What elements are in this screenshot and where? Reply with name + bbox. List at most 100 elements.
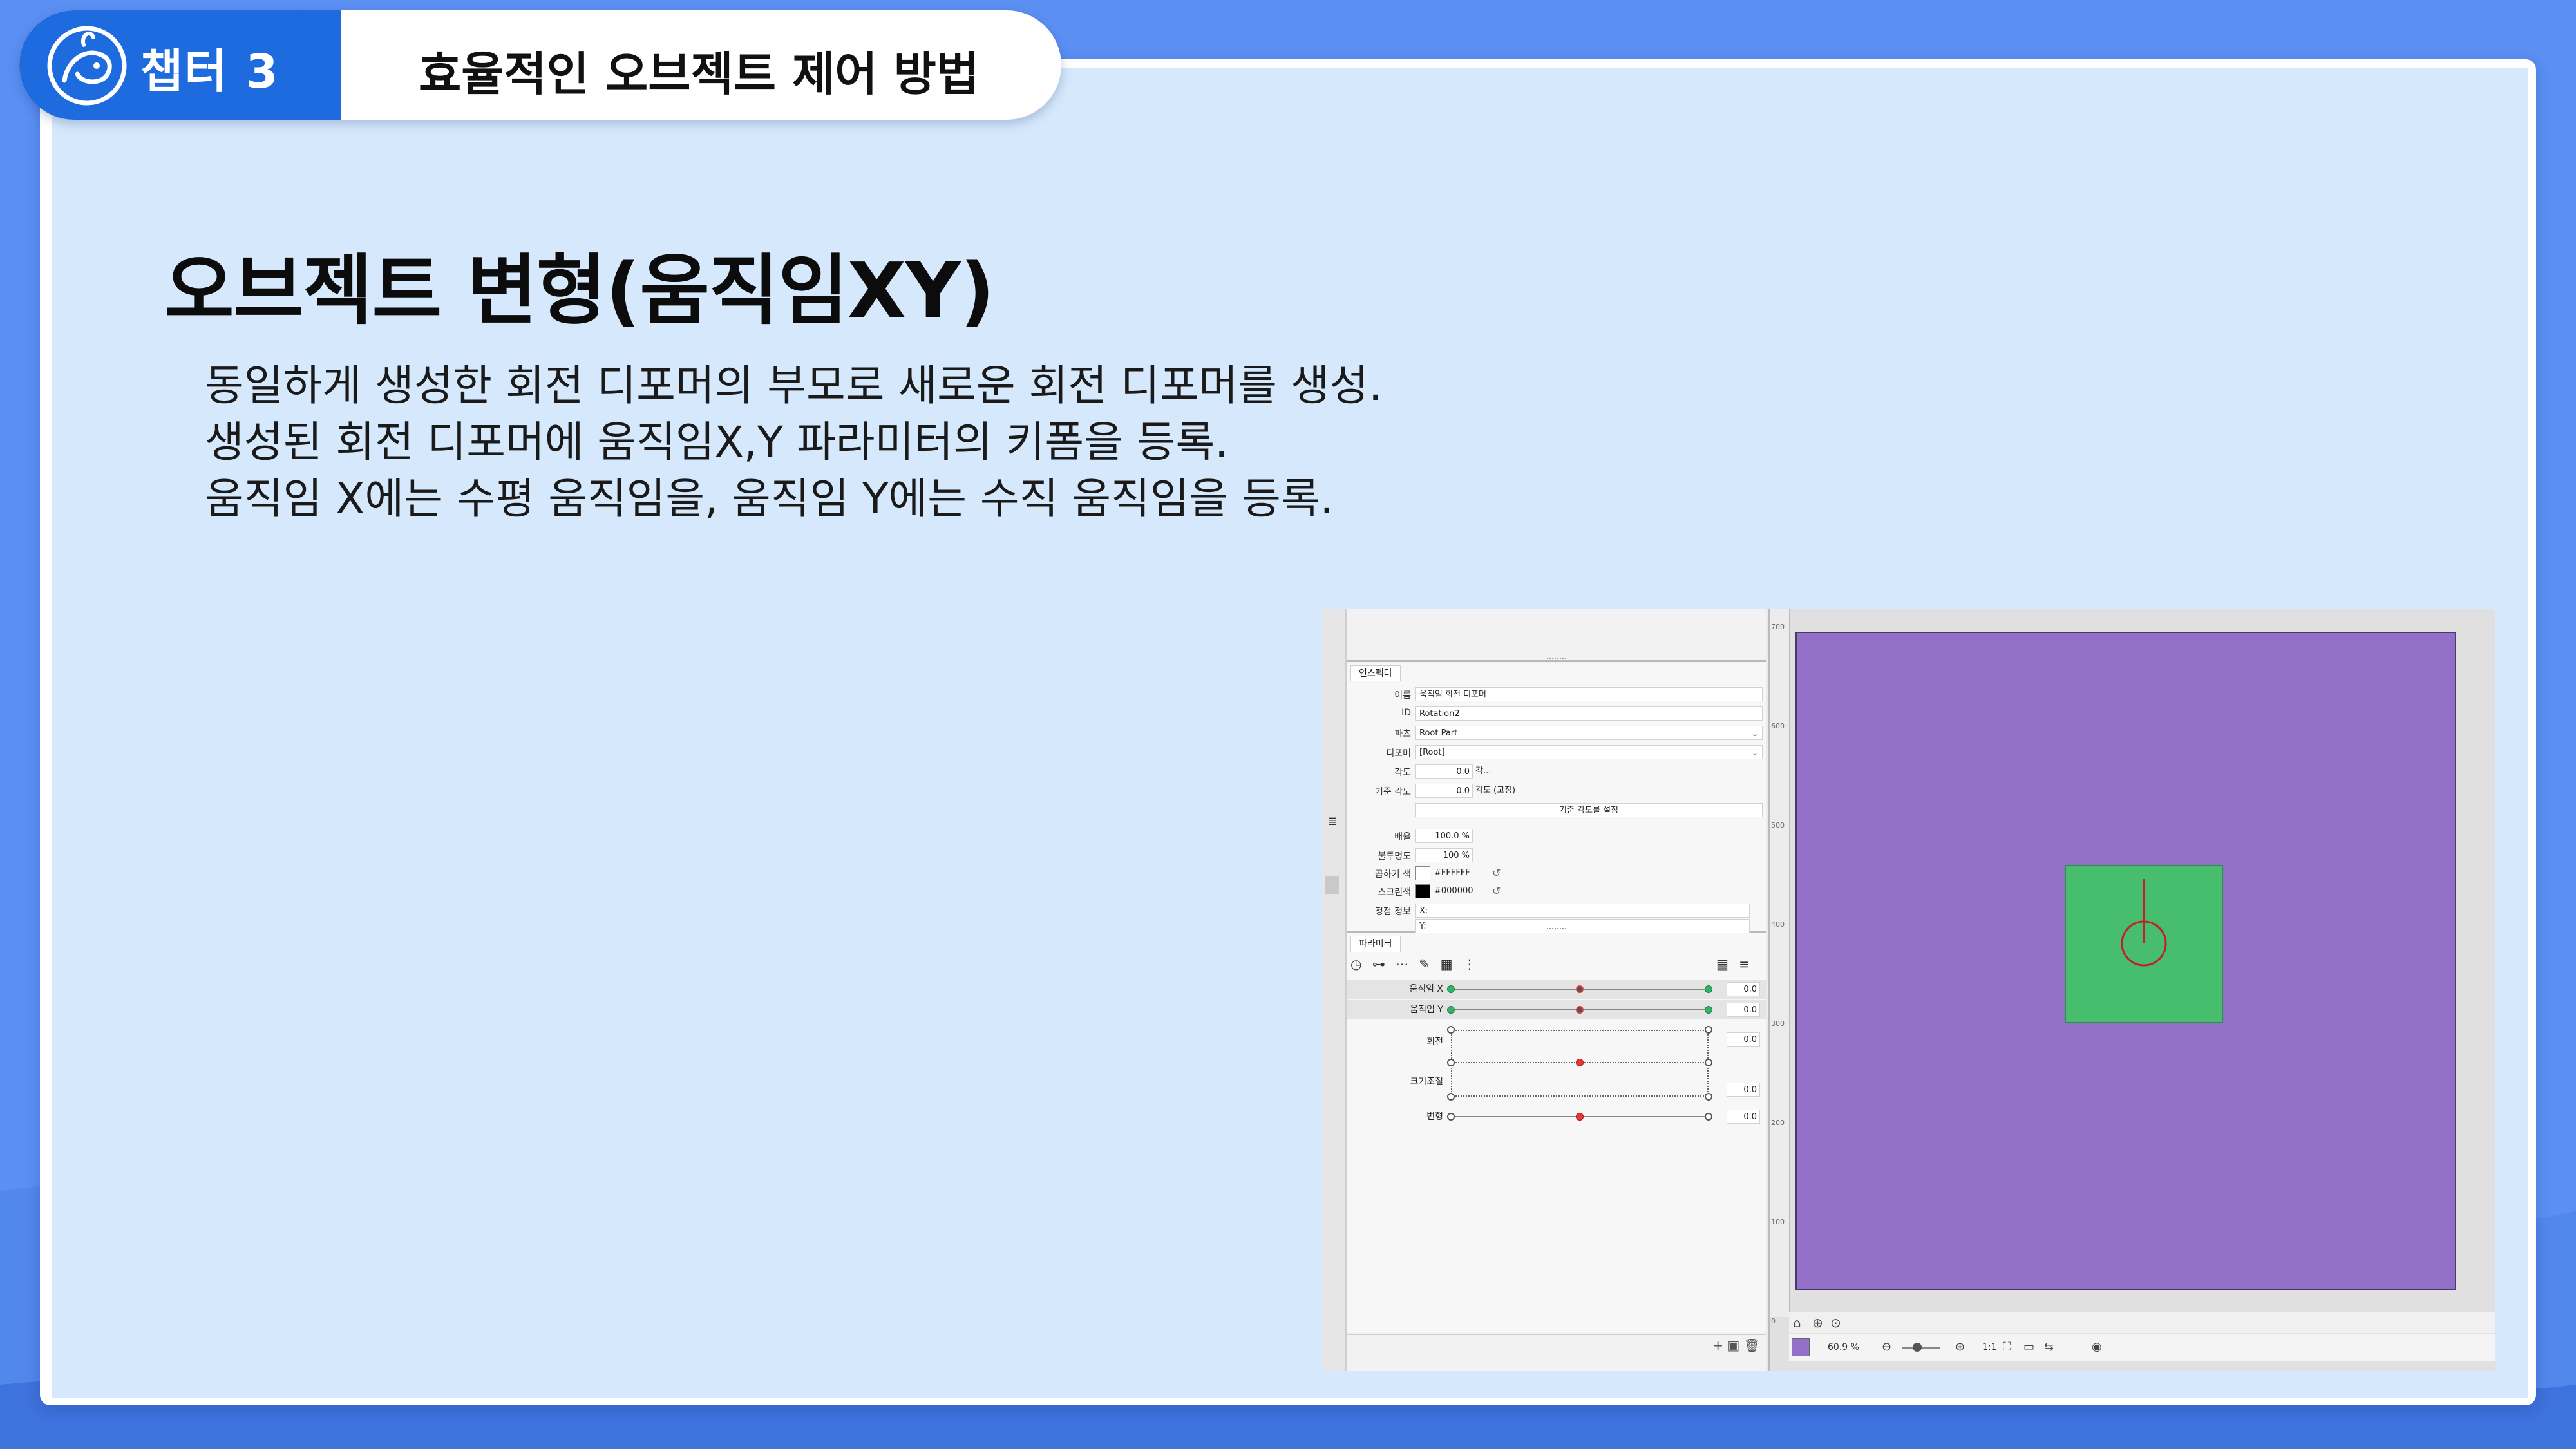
zoom-slider-knob[interactable] xyxy=(1913,1343,1922,1352)
rotation-deformer-handle-icon[interactable] xyxy=(2066,866,2222,1022)
splitter-grip[interactable] xyxy=(1547,928,1566,931)
keyform-dot[interactable] xyxy=(1705,1026,1712,1034)
slider-knob[interactable] xyxy=(1576,1059,1584,1066)
record-icon[interactable]: ⊙ xyxy=(1830,1315,1841,1331)
keyform-dot[interactable] xyxy=(1705,985,1712,993)
fit-icon[interactable]: ⛶ xyxy=(2003,1334,2011,1360)
keyform-dot[interactable] xyxy=(1705,1093,1712,1101)
keyform-dot[interactable] xyxy=(1447,1093,1455,1101)
snapshot-icon[interactable]: ⊕ xyxy=(1812,1315,1823,1331)
slider-knob[interactable] xyxy=(1576,985,1584,993)
base-angle-field[interactable]: 0.0 xyxy=(1415,784,1473,798)
folder-icon[interactable]: ▣ xyxy=(1727,1338,1739,1353)
deformer-select-value: [Root] xyxy=(1419,748,1445,757)
parameter-value[interactable]: 0.0 xyxy=(1727,1110,1760,1124)
parameter-value[interactable]: 0.0 xyxy=(1727,982,1760,996)
parameter-row[interactable]: 움직임 Y 0.0 xyxy=(1347,1000,1766,1019)
set-base-angle-button[interactable]: 기준 각도를 설정 xyxy=(1415,803,1763,817)
parameter-value[interactable]: 0.0 xyxy=(1727,1003,1760,1017)
guide-icon[interactable]: ▭ xyxy=(2023,1334,2034,1360)
inspector-panel: 인스펙터 이름 움직임 회전 디포머 ID Rotation2 파츠 Root … xyxy=(1347,663,1766,933)
side-tab[interactable]: ≣ xyxy=(1323,815,1341,834)
name-label: 이름 xyxy=(1394,690,1411,701)
table-icon[interactable]: ▦ xyxy=(1441,956,1453,972)
play-icon[interactable]: ◷ xyxy=(1350,956,1361,972)
zoom-in-icon[interactable]: ⊕ xyxy=(1955,1334,1965,1360)
vertex-y-field[interactable]: Y: xyxy=(1415,919,1750,933)
side-strip: ≣ xyxy=(1322,609,1347,1371)
ruler-tick: 400 xyxy=(1771,920,1785,929)
angle-field[interactable]: 0.0 xyxy=(1415,764,1473,779)
angle-label: 각도 xyxy=(1394,768,1411,778)
slider-knob[interactable] xyxy=(1576,1113,1584,1121)
toggle-icon[interactable]: ◉ xyxy=(2092,1334,2102,1360)
model-canvas[interactable] xyxy=(1795,632,2456,1290)
list-icon[interactable]: ⋮ xyxy=(1463,956,1476,972)
name-field[interactable]: 움직임 회전 디포머 xyxy=(1415,687,1763,701)
keyform-dot[interactable] xyxy=(1447,1026,1455,1034)
slide-title: 오브젝트 변형(움직임XY) xyxy=(164,246,994,335)
parameter-row[interactable]: 회전 0.0 xyxy=(1347,1026,1766,1047)
opacity-field[interactable]: 100 % xyxy=(1415,848,1473,862)
part-select[interactable]: Root Part ⌄ xyxy=(1415,726,1763,740)
parameter-value[interactable]: 0.0 xyxy=(1727,1032,1760,1046)
screen-color-value: #000000 xyxy=(1434,886,1473,896)
parameter-label: 크기조절 xyxy=(1410,1077,1443,1087)
deformer-select[interactable]: [Root] ⌄ xyxy=(1415,745,1763,759)
multiply-color-swatch[interactable] xyxy=(1415,866,1430,880)
slider-knob[interactable] xyxy=(1576,1006,1584,1014)
camera-icon[interactable]: ⌂ xyxy=(1793,1315,1801,1331)
ruler-tick: 0 xyxy=(1771,1317,1776,1325)
flip-icon[interactable]: ⇆ xyxy=(2044,1334,2054,1360)
part-label: 파츠 xyxy=(1394,729,1411,739)
keyform-dot[interactable] xyxy=(1705,1006,1712,1014)
menu-icon[interactable]: ≡ xyxy=(1739,956,1750,972)
ruler-tick: 200 xyxy=(1771,1119,1785,1127)
upper-pane xyxy=(1347,609,1766,662)
trash-icon[interactable]: 🗑 xyxy=(1744,1338,1760,1353)
parameter-row[interactable]: 크기조절 0.0 xyxy=(1347,1072,1766,1101)
scale-label: 배율 xyxy=(1394,832,1411,842)
keyform-dot[interactable] xyxy=(1705,1059,1712,1066)
parameter-label: 회전 xyxy=(1426,1037,1443,1047)
screen-color-label: 스크린색 xyxy=(1378,887,1411,898)
parameter-row[interactable]: 변형 0.0 xyxy=(1347,1107,1766,1126)
parameter-value[interactable]: 0.0 xyxy=(1727,1083,1760,1097)
parameter-row[interactable]: 움직임 X 0.0 xyxy=(1347,980,1766,999)
parameter-toolbar-right: ▤ ≡ xyxy=(1716,956,1756,976)
chevron-down-icon: ⌄ xyxy=(1751,729,1758,738)
keyform-dot[interactable] xyxy=(1447,1059,1455,1066)
vertex-x-field[interactable]: X: xyxy=(1415,904,1750,918)
scale-field[interactable]: 100.0 % xyxy=(1415,829,1473,843)
screen-color-swatch[interactable] xyxy=(1415,884,1430,898)
add-icon[interactable]: + xyxy=(1712,1338,1723,1353)
chapter-label: 챕터 3 xyxy=(140,44,279,99)
reset-icon[interactable]: ↺ xyxy=(1492,866,1501,880)
reset-icon[interactable]: ↺ xyxy=(1492,884,1501,898)
ratio-button[interactable]: 1:1 xyxy=(1982,1334,1997,1360)
base-angle-label: 기준 각도 xyxy=(1375,787,1411,797)
multiply-color-value: #FFFFFF xyxy=(1434,868,1470,878)
link-off-icon[interactable]: ⋯ xyxy=(1396,956,1408,972)
ruler-tick: 300 xyxy=(1771,1019,1785,1028)
keyform-dot[interactable] xyxy=(1447,1113,1455,1121)
ruler-tick: 700 xyxy=(1771,623,1785,631)
tab-parameter[interactable]: 파라미터 xyxy=(1350,936,1401,952)
parameter-toolbar: ◷ ⊶ ⋯ ✎ ▦ ⋮ xyxy=(1350,956,1482,976)
keyform-dot[interactable] xyxy=(1705,1113,1712,1121)
keyform-dot[interactable] xyxy=(1447,985,1455,993)
keyform-dot[interactable] xyxy=(1447,1006,1455,1014)
grid-icon[interactable]: ▤ xyxy=(1716,956,1728,972)
splitter-grip[interactable] xyxy=(1547,658,1566,661)
footer-icons: + ▣ 🗑 xyxy=(1712,1338,1760,1353)
chevron-down-icon: ⌄ xyxy=(1751,748,1758,757)
canvas-color-swatch[interactable] xyxy=(1792,1338,1810,1356)
zoom-out-icon[interactable]: ⊖ xyxy=(1882,1334,1891,1360)
tab-inspector[interactable]: 인스펙터 xyxy=(1350,665,1401,681)
edit-icon[interactable]: ✎ xyxy=(1419,956,1430,972)
model-object[interactable] xyxy=(2065,865,2223,1023)
side-scroll-handle[interactable] xyxy=(1325,876,1339,894)
id-field[interactable]: Rotation2 xyxy=(1415,706,1763,721)
angle-unit: 각... xyxy=(1475,766,1492,776)
link-icon[interactable]: ⊶ xyxy=(1372,956,1385,972)
